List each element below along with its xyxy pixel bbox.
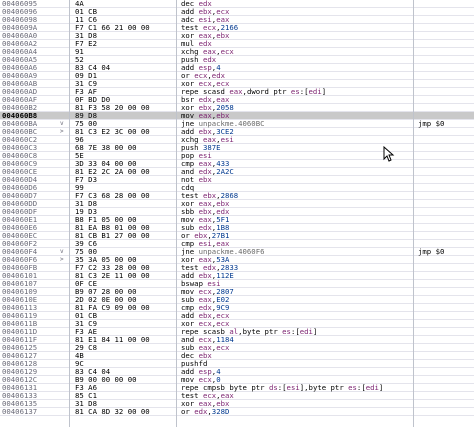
instruction-row[interactable]: 0040611F 81 E1 84 11 00 00 and ecx,1184 [0, 336, 474, 344]
jump-arrow-icon: v [60, 120, 64, 127]
instruction-row[interactable]: 004060B2 81 F3 58 20 00 00 xor ebx,2058 [0, 104, 474, 112]
comment-cell: jmp $0 [418, 247, 445, 256]
mouse-pointer-icon [383, 146, 395, 162]
instruction-row[interactable]: 004060DF 19 D3 sbb ebx,edx [0, 208, 474, 216]
instruction-row[interactable]: 004060A5 52 push edx [0, 56, 474, 64]
instruction-row[interactable]: 00406096 01 CB add ebx,ecx [0, 8, 474, 16]
opcode-bytes-cell: 68 7E 38 00 00 [75, 143, 137, 152]
instruction-row[interactable]: 00406095 4A dec edx [0, 0, 474, 8]
jump-arrow-icon: v [60, 248, 64, 255]
column-separator [176, 0, 177, 427]
comment-cell: jmp $0 [418, 119, 445, 128]
instruction-row[interactable]: 004060C9 3D 33 04 00 00 cmp eax,433 [0, 160, 474, 168]
instruction-row[interactable]: 00406135 31 D8 xor eax,ebx [0, 400, 474, 408]
instruction-row[interactable]: 00406107 0F CE bswap esi [0, 280, 474, 288]
disassembly-listing[interactable]: 00406095 4A dec edx 00406096 01 CB add ebx,ec… [0, 0, 474, 427]
instruction-row[interactable]: 004060A0 31 D8 xor eax,ebx [0, 32, 474, 40]
instruction-row[interactable]: 00406125 29 C8 sub eax,ecx [0, 344, 474, 352]
instruction-row[interactable]: 00406109 B9 07 28 00 00 mov ecx,2807 [0, 288, 474, 296]
instruction-row[interactable]: 00406133 85 C1 test ecx,eax [0, 392, 474, 400]
instruction-row[interactable]: 004060C8 5E pop esi [0, 152, 474, 160]
opcode-bytes-cell: 81 C3 E2 3C 00 00 [75, 127, 150, 136]
instruction-row[interactable]: 004060DD 31 D8 xor eax,ebx [0, 200, 474, 208]
instruction-row[interactable]: 004060D7 F7 C3 68 28 00 00 test ebx,2868 [0, 192, 474, 200]
instruction-row[interactable]: 004060D4 F7 D3 not ebx [0, 176, 474, 184]
instruction-row[interactable]: 004060A2 F7 E2 mul edx [0, 40, 474, 48]
instruction-row[interactable]: 004060C2 96 xchg eax,esi [0, 136, 474, 144]
instruction-row[interactable]: 00406113 81 FA C9 09 00 00 cmp edx,9C9 [0, 304, 474, 312]
instruction-row[interactable]: 004060A6 83 C4 04 add esp,4 [0, 64, 474, 72]
instruction-row[interactable]: 0040610E 2D 02 0E 00 00 sub eax,E02 [0, 296, 474, 304]
instruction-row[interactable]: 00406128 9C pushfd [0, 360, 474, 368]
column-separator [69, 0, 70, 427]
instruction-row[interactable]: 0040609A F7 C1 66 21 00 00 test ecx,2166 [0, 24, 474, 32]
instruction-row[interactable]: 004060CE 81 E2 2C 2A 00 00 and edx,2A2C [0, 168, 474, 176]
instruction-cell: or edx,328D [181, 407, 230, 416]
instruction-row[interactable]: 0040611D F3 AE repe scasb al,byte ptr es:[… [0, 328, 474, 336]
instruction-row[interactable]: 00406129 83 C4 04 add esp,4 [0, 368, 474, 376]
instruction-row[interactable]: 004060E1 B8 F1 05 00 00 mov eax,5F1 [0, 216, 474, 224]
instruction-row[interactable]: 004060BA v 75 00 jne unpackme.4060BC jmp $0 [0, 120, 474, 128]
instruction-row[interactable]: 004060EC 81 CB B1 27 00 00 or ebx,27B1 [0, 232, 474, 240]
column-separator [413, 0, 414, 427]
instruction-row[interactable]: 00406137 81 CA 8D 32 00 00 or edx,328D [0, 408, 474, 416]
instruction-row[interactable]: 00406119 01 CB add ebx,ecx [0, 312, 474, 320]
instruction-row[interactable]: 004060BC >81 C3 E2 3C 00 00 add ebx,3CE2 [0, 128, 474, 136]
instruction-row[interactable]: 004060E6 81 EA B8 01 00 00 sub edx,1B8 [0, 224, 474, 232]
instruction-row[interactable]: 004060AF 0F BD D0 bsr edx,eax [0, 96, 474, 104]
instruction-row[interactable]: 004060A4 91 xchg eax,ecx [0, 48, 474, 56]
instruction-row[interactable]: 00406131 F3 A6 repe cmpsb byte ptr ds:[esi… [0, 384, 474, 392]
instruction-row[interactable]: 004060F4 v 75 00 jne unpackme.4060F6 jmp $0 [0, 248, 474, 256]
instruction-row[interactable]: 004060A9 09 D1 or ecx,edx [0, 72, 474, 80]
instruction-row[interactable]: 004060AD F3 AF repe scasd eax,dword ptr es… [0, 88, 474, 96]
instruction-row[interactable]: 004060C3 68 7E 38 00 00 push 387E [0, 144, 474, 152]
instruction-row[interactable]: 00406101 81 C3 2E 11 00 00 add ebx,112E [0, 272, 474, 280]
instruction-row[interactable]: 00406127 4B dec ebx [0, 352, 474, 360]
opcode-bytes-cell: 81 CA 8D 32 00 00 [75, 407, 150, 416]
jump-arrow-icon: > [60, 256, 64, 263]
jump-arrow-icon: > [60, 128, 64, 135]
instruction-row[interactable]: 004060FB F7 C2 33 28 00 00 test edx,2833 [0, 264, 474, 272]
address-cell: 00406137 [2, 407, 38, 416]
